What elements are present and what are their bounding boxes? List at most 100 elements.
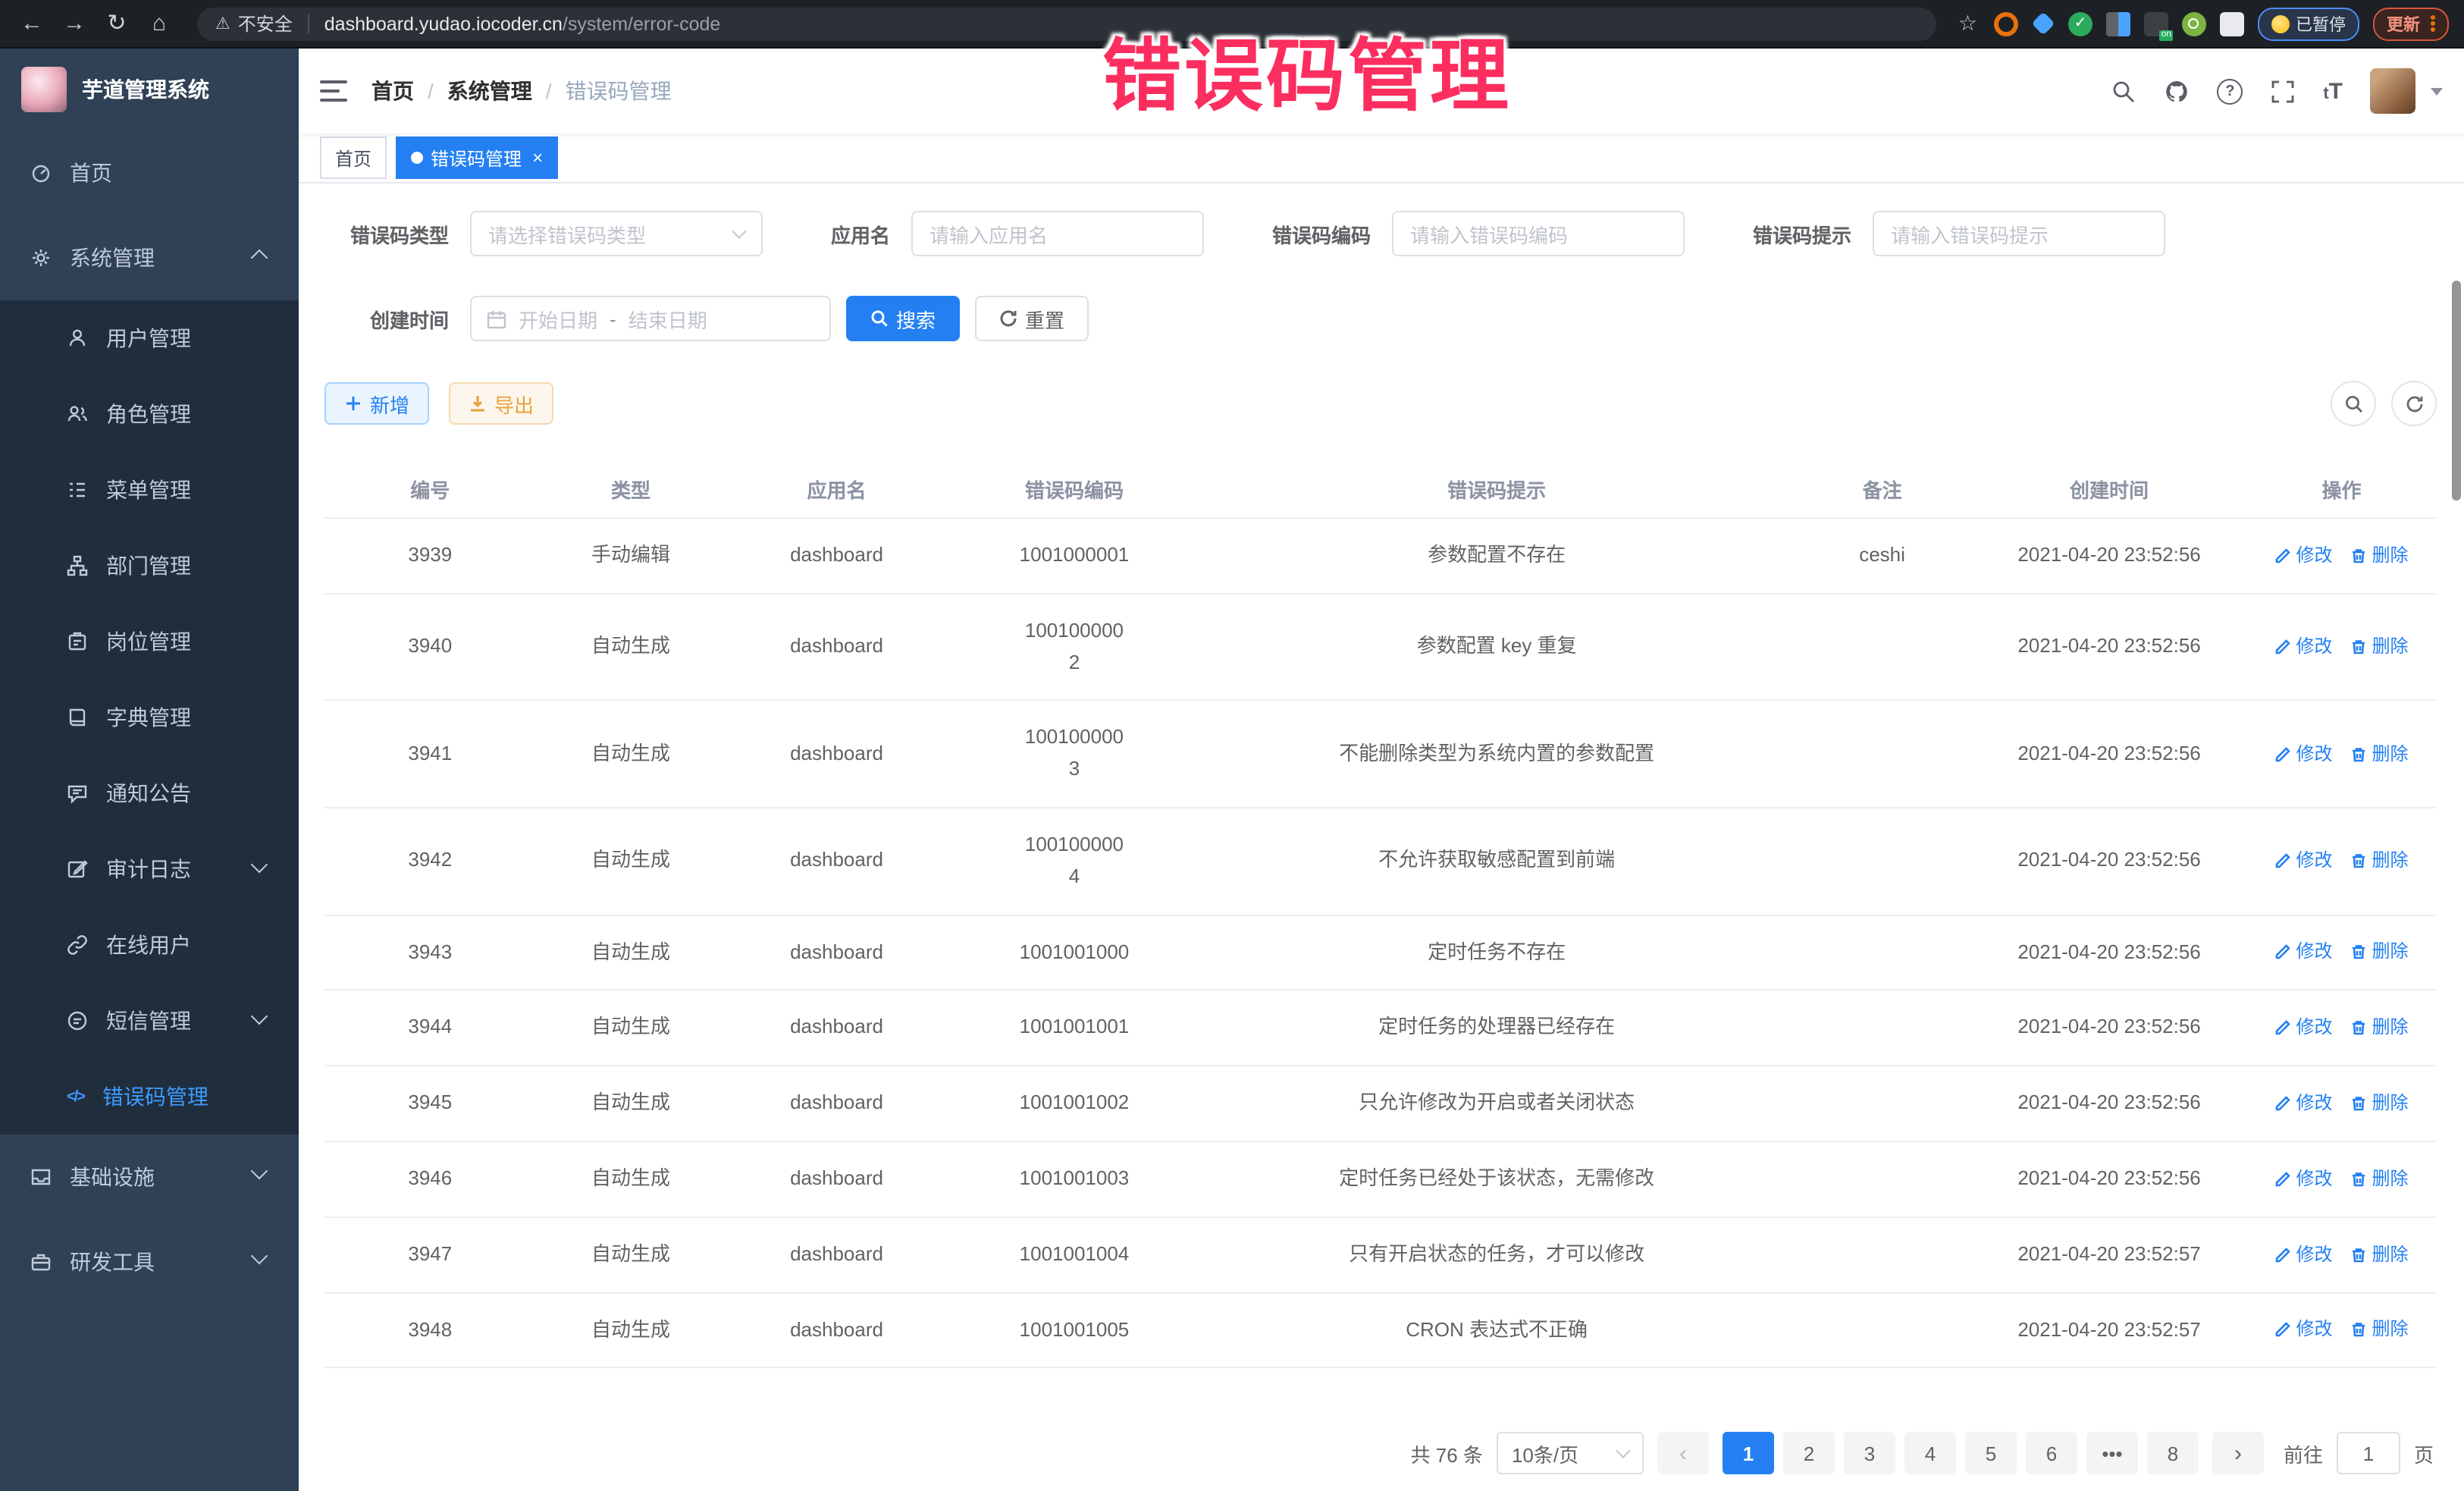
trash-icon xyxy=(2350,853,2367,870)
delete-button[interactable]: 删除 xyxy=(2350,1165,2408,1194)
reset-button[interactable]: 重置 xyxy=(975,296,1089,341)
table-row[interactable]: 3943 自动生成 dashboard 1001001000 定时任务不存在 2… xyxy=(324,915,2437,991)
extension-icon[interactable] xyxy=(2106,11,2130,36)
font-size-icon[interactable]: tT xyxy=(2323,78,2343,104)
date-range-picker[interactable]: 开始日期 - 结束日期 xyxy=(470,296,831,341)
toggle-search-button[interactable] xyxy=(2331,381,2376,426)
page-button[interactable]: 1 xyxy=(1723,1433,1774,1475)
table-row[interactable]: 3940 自动生成 dashboard 100100000 2 参数配置 key… xyxy=(324,595,2437,702)
extensions-puzzle-icon[interactable] xyxy=(2220,11,2244,36)
page-button[interactable]: 8 xyxy=(2147,1433,2199,1475)
breadcrumb-home[interactable]: 首页 xyxy=(371,76,414,106)
edit-button[interactable]: 修改 xyxy=(2274,1316,2332,1345)
errcode-type-select[interactable]: 请选择错误码类型 xyxy=(470,211,763,256)
sidebar-item-menu[interactable]: 菜单管理 xyxy=(0,452,299,528)
edit-button[interactable]: 修改 xyxy=(2274,1089,2332,1118)
delete-button[interactable]: 删除 xyxy=(2350,938,2408,967)
help-icon[interactable]: ? xyxy=(2217,78,2243,104)
edit-button[interactable]: 修改 xyxy=(2274,739,2332,768)
sidebar-item-user[interactable]: 用户管理 xyxy=(0,300,299,376)
table-row[interactable]: 3944 自动生成 dashboard 1001001001 定时任务的处理器已… xyxy=(324,991,2437,1067)
goto-page-input[interactable]: 1 xyxy=(2337,1433,2400,1475)
table-row[interactable]: 3946 自动生成 dashboard 1001001003 定时任务已经处于该… xyxy=(324,1142,2437,1218)
search-button[interactable]: 搜索 xyxy=(846,296,960,341)
delete-button[interactable]: 删除 xyxy=(2350,1240,2408,1269)
edit-button[interactable]: 修改 xyxy=(2274,938,2332,967)
extension-on-icon[interactable] xyxy=(2144,11,2168,36)
edit-button[interactable]: 修改 xyxy=(2274,1165,2332,1194)
table-row[interactable]: 3939 手动编辑 dashboard 1001000001 参数配置不存在 c… xyxy=(324,519,2437,595)
delete-button[interactable]: 删除 xyxy=(2350,541,2408,570)
tab-errcode[interactable]: 错误码管理 × xyxy=(396,137,558,179)
close-icon[interactable]: × xyxy=(532,147,543,168)
delete-button[interactable]: 删除 xyxy=(2350,739,2408,768)
reload-icon[interactable]: ↻ xyxy=(100,12,133,35)
edit-button[interactable]: 修改 xyxy=(2274,1240,2332,1269)
page-button[interactable]: 6 xyxy=(2026,1433,2077,1475)
app-name-input[interactable]: 请输入应用名 xyxy=(911,211,1204,256)
edit-button[interactable]: 修改 xyxy=(2274,1013,2332,1042)
page-button[interactable]: 4 xyxy=(1904,1433,1956,1475)
page-button[interactable]: 2 xyxy=(1783,1433,1835,1475)
sidebar-item-home[interactable]: 首页 xyxy=(0,130,299,215)
page-button[interactable]: 5 xyxy=(1965,1433,2017,1475)
hamburger-icon[interactable] xyxy=(320,80,347,102)
sidebar-item-errcode[interactable]: </> 错误码管理 xyxy=(0,1059,299,1135)
sidebar-item-devtool[interactable]: 研发工具 xyxy=(0,1219,299,1304)
delete-button[interactable]: 删除 xyxy=(2350,1013,2408,1042)
avatar[interactable] xyxy=(2370,68,2415,114)
extension-icon[interactable] xyxy=(2182,11,2206,36)
sidebar-item-notice[interactable]: 通知公告 xyxy=(0,755,299,831)
sidebar-item-system[interactable]: 系统管理 xyxy=(0,215,299,300)
extension-icon[interactable] xyxy=(2031,11,2055,35)
delete-button[interactable]: 删除 xyxy=(2350,846,2408,875)
breadcrumb-system[interactable]: 系统管理 xyxy=(447,76,532,106)
scrollbar-thumb[interactable] xyxy=(2452,281,2461,501)
app-logo-row[interactable]: 芋道管理系统 xyxy=(0,49,299,130)
github-icon[interactable] xyxy=(2164,78,2190,104)
delete-button[interactable]: 删除 xyxy=(2350,1316,2408,1345)
export-button[interactable]: 导出 xyxy=(449,382,553,425)
caret-down-icon[interactable] xyxy=(2431,87,2443,95)
extension-icon[interactable] xyxy=(1994,11,2018,36)
table-row[interactable]: 3948 自动生成 dashboard 1001001005 CRON 表达式不… xyxy=(324,1293,2437,1369)
prev-page-button[interactable]: ‹ xyxy=(1657,1433,1709,1475)
bookmark-star-icon[interactable]: ☆ xyxy=(1958,11,1977,36)
delete-button[interactable]: 删除 xyxy=(2350,632,2408,661)
table-row[interactable]: 3947 自动生成 dashboard 1001001004 只有开启状态的任务… xyxy=(324,1218,2437,1294)
back-icon[interactable]: ← xyxy=(15,12,49,35)
sidebar-item-dept[interactable]: 部门管理 xyxy=(0,528,299,604)
sidebar-item-online[interactable]: 在线用户 xyxy=(0,907,299,983)
update-button[interactable]: 更新 xyxy=(2373,7,2449,40)
address-bar[interactable]: ⚠ 不安全 dashboard.yudao.iocoder.cn /system… xyxy=(197,7,1937,40)
paused-badge[interactable]: 已暂停 xyxy=(2258,7,2359,40)
sidebar-item-role[interactable]: 角色管理 xyxy=(0,376,299,452)
edit-button[interactable]: 修改 xyxy=(2274,632,2332,661)
errcode-code-input[interactable]: 请输入错误码编码 xyxy=(1392,211,1685,256)
search-icon[interactable] xyxy=(2111,78,2136,104)
page-button[interactable]: 3 xyxy=(1844,1433,1895,1475)
add-button[interactable]: 新增 xyxy=(324,382,429,425)
sidebar-item-infra[interactable]: 基础设施 xyxy=(0,1135,299,1219)
extension-check-icon[interactable]: ✓ xyxy=(2068,11,2093,36)
next-page-button[interactable]: › xyxy=(2212,1433,2264,1475)
table-row[interactable]: 3945 自动生成 dashboard 1001001002 只允许修改为开启或… xyxy=(324,1066,2437,1142)
table-row[interactable]: 3941 自动生成 dashboard 100100000 3 不能删除类型为系… xyxy=(324,702,2437,808)
tab-home[interactable]: 首页 xyxy=(320,137,387,179)
sidebar-item-post[interactable]: 岗位管理 xyxy=(0,604,299,680)
refresh-table-button[interactable] xyxy=(2391,381,2437,426)
fullscreen-icon[interactable] xyxy=(2270,78,2296,104)
menu-kebab-icon[interactable] xyxy=(2431,14,2435,33)
delete-button[interactable]: 删除 xyxy=(2350,1089,2408,1118)
page-size-select[interactable]: 10条/页 xyxy=(1497,1433,1644,1475)
table-row[interactable]: 3942 自动生成 dashboard 100100000 4 不允许获取敏感配… xyxy=(324,808,2437,915)
sidebar-item-audit[interactable]: 审计日志 xyxy=(0,831,299,907)
edit-button[interactable]: 修改 xyxy=(2274,846,2332,875)
more-pages-button[interactable]: ••• xyxy=(2086,1433,2138,1475)
sidebar-item-dict[interactable]: 字典管理 xyxy=(0,680,299,755)
edit-button[interactable]: 修改 xyxy=(2274,541,2332,570)
sidebar-item-sms[interactable]: 短信管理 xyxy=(0,983,299,1059)
errcode-msg-input[interactable]: 请输入错误码提示 xyxy=(1873,211,2165,256)
home-icon[interactable]: ⌂ xyxy=(143,12,176,35)
forward-icon[interactable]: → xyxy=(58,12,91,35)
